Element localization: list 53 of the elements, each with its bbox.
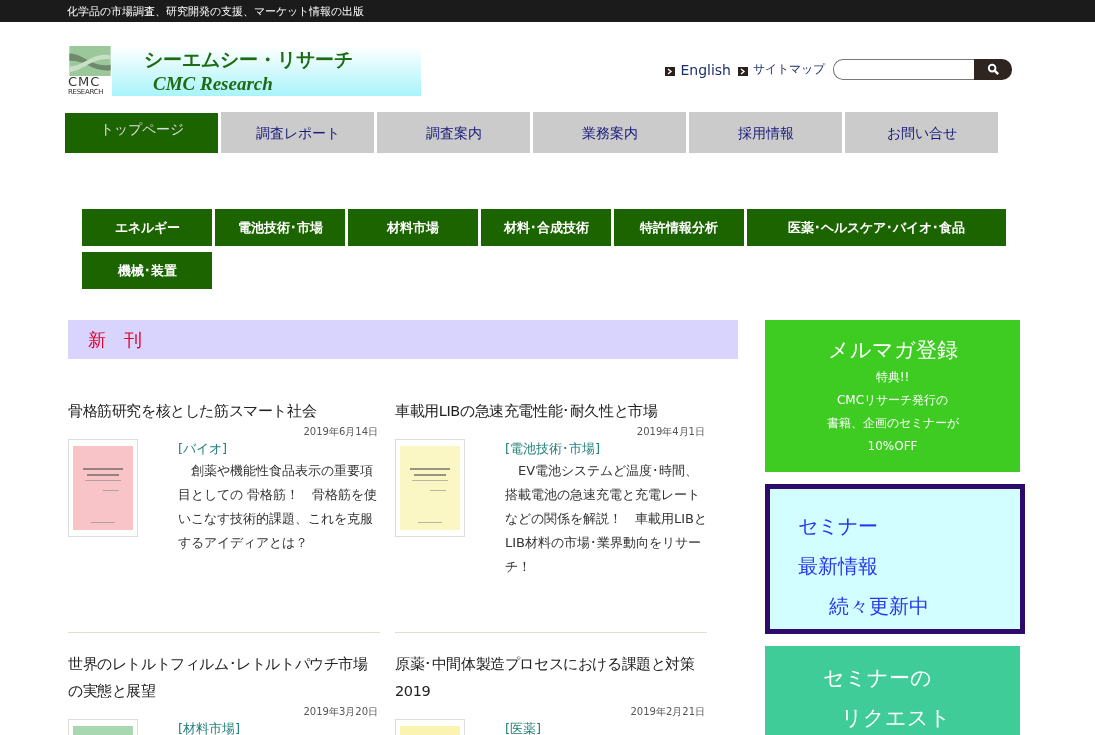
category-button[interactable]: 医薬･ヘルスケア･バイオ･食品 [747, 209, 1006, 246]
logo-mark-icon [68, 46, 112, 76]
nav-tab[interactable]: 調査案内 [377, 112, 530, 153]
article-date: 2019年4月1日 [636, 425, 705, 439]
category-tag[interactable]: [バイオ] [178, 439, 380, 459]
article-title[interactable]: 車載用LIBの急速充電性能･耐久性と市場 [395, 398, 707, 425]
search-field[interactable] [833, 59, 974, 80]
banner-title: メルマガ登録 [827, 337, 958, 364]
article-summary: EV電池システムど温度･時間、搭載電池の急速充電と充電レートなどの関係を解説！ 車載用LIBとLIB材料の市場･業界動向をリサーチ！ [505, 462, 707, 576]
company-name: シーエムシー・リサーチ [144, 48, 354, 72]
company-name-english: CMC Research [152, 73, 274, 95]
chevron-icon [738, 67, 748, 76]
category-button[interactable]: 電池技術･市場 [215, 209, 345, 246]
banner-text: セミナー [798, 513, 879, 540]
article-date: 2019年3月20日 [303, 705, 378, 719]
category-tag[interactable]: [医薬] [505, 719, 542, 735]
article-summary: 創薬や機能性食品表示の重要項目としての 骨格筋！ 骨格筋を使いこなす技術的課題、これを克服するアイディアとは？ [178, 462, 379, 552]
banner-text: 続々更新中 [828, 593, 930, 620]
article-title[interactable]: 世界のレトルトフィルム･レトルトパウチ市場の実態と展望 [68, 651, 380, 705]
banner-text: 10%OFF [867, 438, 918, 455]
article-title[interactable]: 原薬･中間体製造プロセスにおける課題と対策2019 [395, 651, 707, 705]
article-date: 2019年6月14日 [303, 425, 378, 439]
nav-tab[interactable]: お問い合せ [845, 112, 998, 153]
section-title: 新 刊 [88, 327, 142, 352]
book-cover[interactable] [395, 439, 465, 537]
search-button[interactable] [974, 59, 1012, 80]
chevron-icon [665, 67, 676, 76]
category-tag[interactable]: [電池技術･市場] [505, 439, 707, 459]
category-button[interactable]: 特許情報分析 [614, 209, 744, 246]
banner-text: リクエスト [840, 705, 952, 732]
header-link[interactable]: サイトマップ [753, 61, 825, 78]
banner-text: 書籍、企画のセミナーが [826, 415, 959, 432]
category-button[interactable]: 機械･装置 [82, 252, 212, 289]
banner-text: CMCリサーチ発行の [836, 392, 949, 409]
category-tag[interactable]: [材料市場] [178, 719, 241, 735]
category-button[interactable]: 材料･合成技術 [481, 209, 611, 246]
header-link[interactable]: English [680, 61, 731, 78]
seminar-banner[interactable]: セミナー 最新情報 続々更新中 [765, 484, 1025, 634]
nav-tab[interactable]: 採用情報 [689, 112, 842, 153]
nav-tab[interactable]: 業務案内 [533, 112, 686, 153]
article-date: 2019年2月21日 [630, 705, 705, 719]
logo-letters: CMC [68, 76, 101, 88]
banner-text: 特典!! [875, 369, 910, 386]
tagline: 化学品の市場調査、研究開発の支援、マーケット情報の出版 [67, 3, 364, 19]
nav-tab[interactable]: 調査レポート [221, 112, 374, 153]
category-button[interactable]: エネルギー [82, 209, 212, 246]
article-title[interactable]: 骨格筋研究を核とした筋スマート社会 [68, 398, 380, 425]
book-cover[interactable] [68, 439, 138, 537]
category-button[interactable]: 材料市場 [348, 209, 478, 246]
nav-tab[interactable]: トップページ [65, 113, 218, 153]
banner-text: セミナーの [823, 665, 933, 692]
banner-text: 最新情報 [798, 553, 879, 580]
search-icon [986, 63, 1000, 76]
